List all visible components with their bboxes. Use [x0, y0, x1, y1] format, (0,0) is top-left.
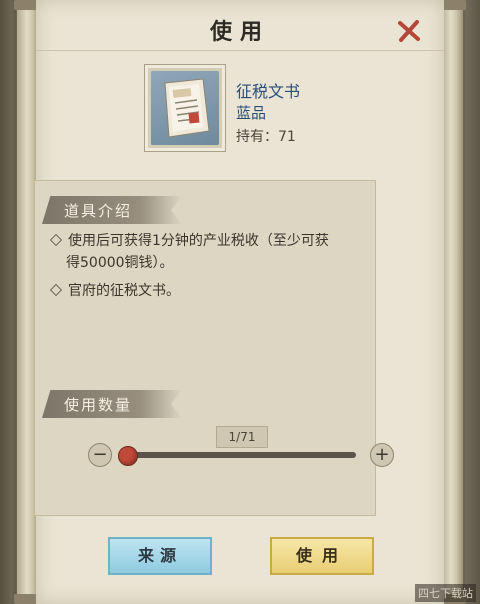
- description-header-label: 道具介绍: [64, 202, 133, 220]
- close-icon: [398, 20, 420, 42]
- site-watermark: 四七下载站: [415, 584, 476, 602]
- increase-quantity-button[interactable]: +: [370, 443, 394, 467]
- diamond-bullet-icon: [50, 284, 62, 296]
- use-button[interactable]: 使用: [270, 537, 374, 575]
- quantity-readout: 1/71: [216, 426, 268, 448]
- item-quality: 蓝品: [236, 104, 267, 122]
- description-header: 道具介绍: [42, 196, 182, 224]
- quantity-header: 使用数量: [42, 390, 182, 418]
- decrease-quantity-button[interactable]: −: [88, 443, 112, 467]
- source-button[interactable]: 来源: [108, 537, 212, 575]
- diamond-bullet-icon: [50, 234, 62, 246]
- description-line: 使用后可获得1分钟的产业税收（至少可获: [50, 230, 329, 252]
- dialog-title: 使用: [209, 19, 270, 45]
- quantity-slider-thumb[interactable]: [118, 446, 138, 466]
- quantity-slider-track[interactable]: [120, 452, 356, 458]
- description-text: 使用后可获得1分钟的产业税收（至少可获: [68, 233, 329, 249]
- tax-document-icon: [151, 71, 219, 145]
- description-line: 官府的征税文书。: [50, 280, 180, 302]
- quantity-header-label: 使用数量: [64, 396, 133, 414]
- item-icon-frame: [144, 64, 226, 152]
- description-text: 官府的征税文书。: [68, 283, 180, 299]
- item-owned-count: 持有：71: [236, 129, 296, 145]
- dialog-header: 使用: [36, 6, 444, 51]
- description-line-continued: 得50000铜钱）。: [66, 255, 174, 271]
- close-button[interactable]: [396, 18, 422, 44]
- item-name: 征税文书: [236, 82, 301, 101]
